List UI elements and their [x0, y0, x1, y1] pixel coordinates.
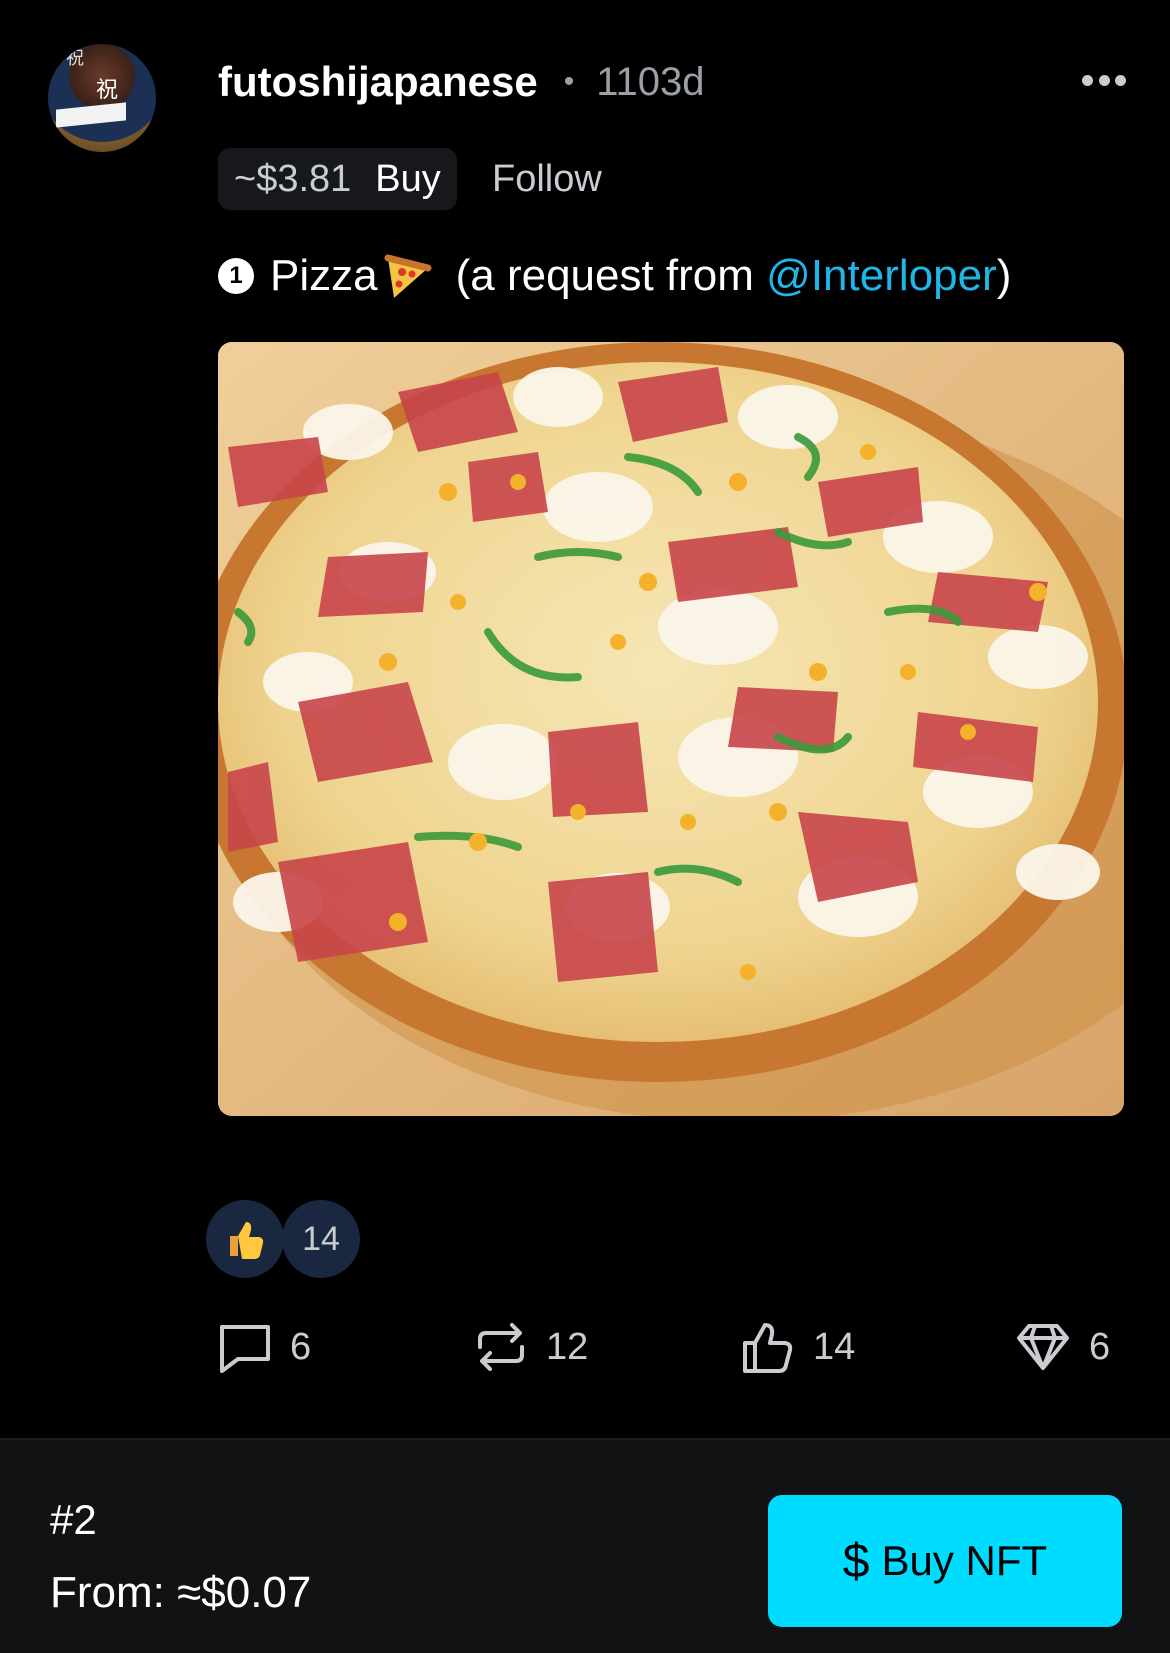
post-text-main: Pizza — [270, 251, 378, 300]
collect-button[interactable]: 6 — [1015, 1315, 1110, 1379]
comment-button[interactable]: 6 — [218, 1315, 311, 1379]
thumbs-up-emoji-icon[interactable] — [206, 1200, 284, 1278]
avatar-glyph-top: 祝 — [66, 48, 84, 69]
buy-nft-button[interactable]: $ Buy NFT — [768, 1495, 1122, 1627]
creator-price: ~$3.81 — [234, 157, 352, 200]
nft-footer: #2 From: ≈$0.07 $ Buy NFT — [0, 1438, 1170, 1653]
reaction-count: 14 — [282, 1200, 360, 1278]
number-badge: 1 — [218, 258, 254, 294]
from-price: From: ≈$0.07 — [50, 1568, 312, 1617]
buy-creator-button[interactable]: ~$3.81 Buy — [218, 148, 457, 210]
post-text: 1 Pizza (a request from @Interloper) — [218, 244, 1011, 308]
action-bar: 6 12 14 6 — [218, 1315, 1126, 1379]
thumbs-up-emoji-shape — [230, 1222, 264, 1259]
post-text-request-suffix: ) — [996, 251, 1012, 300]
edition-number: #2 — [50, 1496, 97, 1543]
post-text-request-prefix: (a request from — [455, 251, 767, 300]
repost-icon — [478, 1323, 524, 1371]
more-dot — [1098, 74, 1110, 86]
pizza-image — [218, 342, 1124, 1116]
more-icon[interactable] — [1082, 72, 1126, 88]
like-button[interactable]: 14 — [741, 1315, 855, 1379]
buy-label: Buy — [375, 157, 441, 200]
post-age: 1103d — [596, 59, 705, 104]
like-count: 14 — [813, 1325, 856, 1368]
buy-nft-label: Buy NFT — [881, 1537, 1048, 1584]
pizza-emoji-icon — [384, 254, 432, 298]
repost-button[interactable]: 12 — [474, 1315, 588, 1379]
username[interactable]: futoshijapanese — [218, 58, 538, 106]
separator-dot: • — [563, 65, 575, 98]
dollar-icon: $ — [842, 1534, 870, 1588]
mention-link[interactable]: @Interloper — [766, 251, 997, 301]
diamond-icon — [1017, 1324, 1069, 1370]
comment-icon — [220, 1325, 270, 1373]
more-dot — [1082, 74, 1093, 86]
post-header: futoshijapanese • 1103d — [218, 52, 705, 112]
avatar[interactable]: 祝 祝 — [48, 44, 156, 152]
avatar-glyph: 祝 — [96, 78, 119, 103]
post-page: 祝 祝 futoshijapanese • 1103d ~$3.81 Buy F… — [0, 0, 1170, 1653]
post-image[interactable] — [218, 342, 1124, 1116]
avatar-flag — [56, 102, 126, 128]
repost-count: 12 — [546, 1325, 589, 1368]
more-dot — [1115, 74, 1126, 86]
like-icon — [743, 1323, 793, 1373]
collect-count: 6 — [1089, 1325, 1111, 1368]
comment-count: 6 — [290, 1325, 312, 1368]
follow-button[interactable]: Follow — [492, 148, 602, 210]
